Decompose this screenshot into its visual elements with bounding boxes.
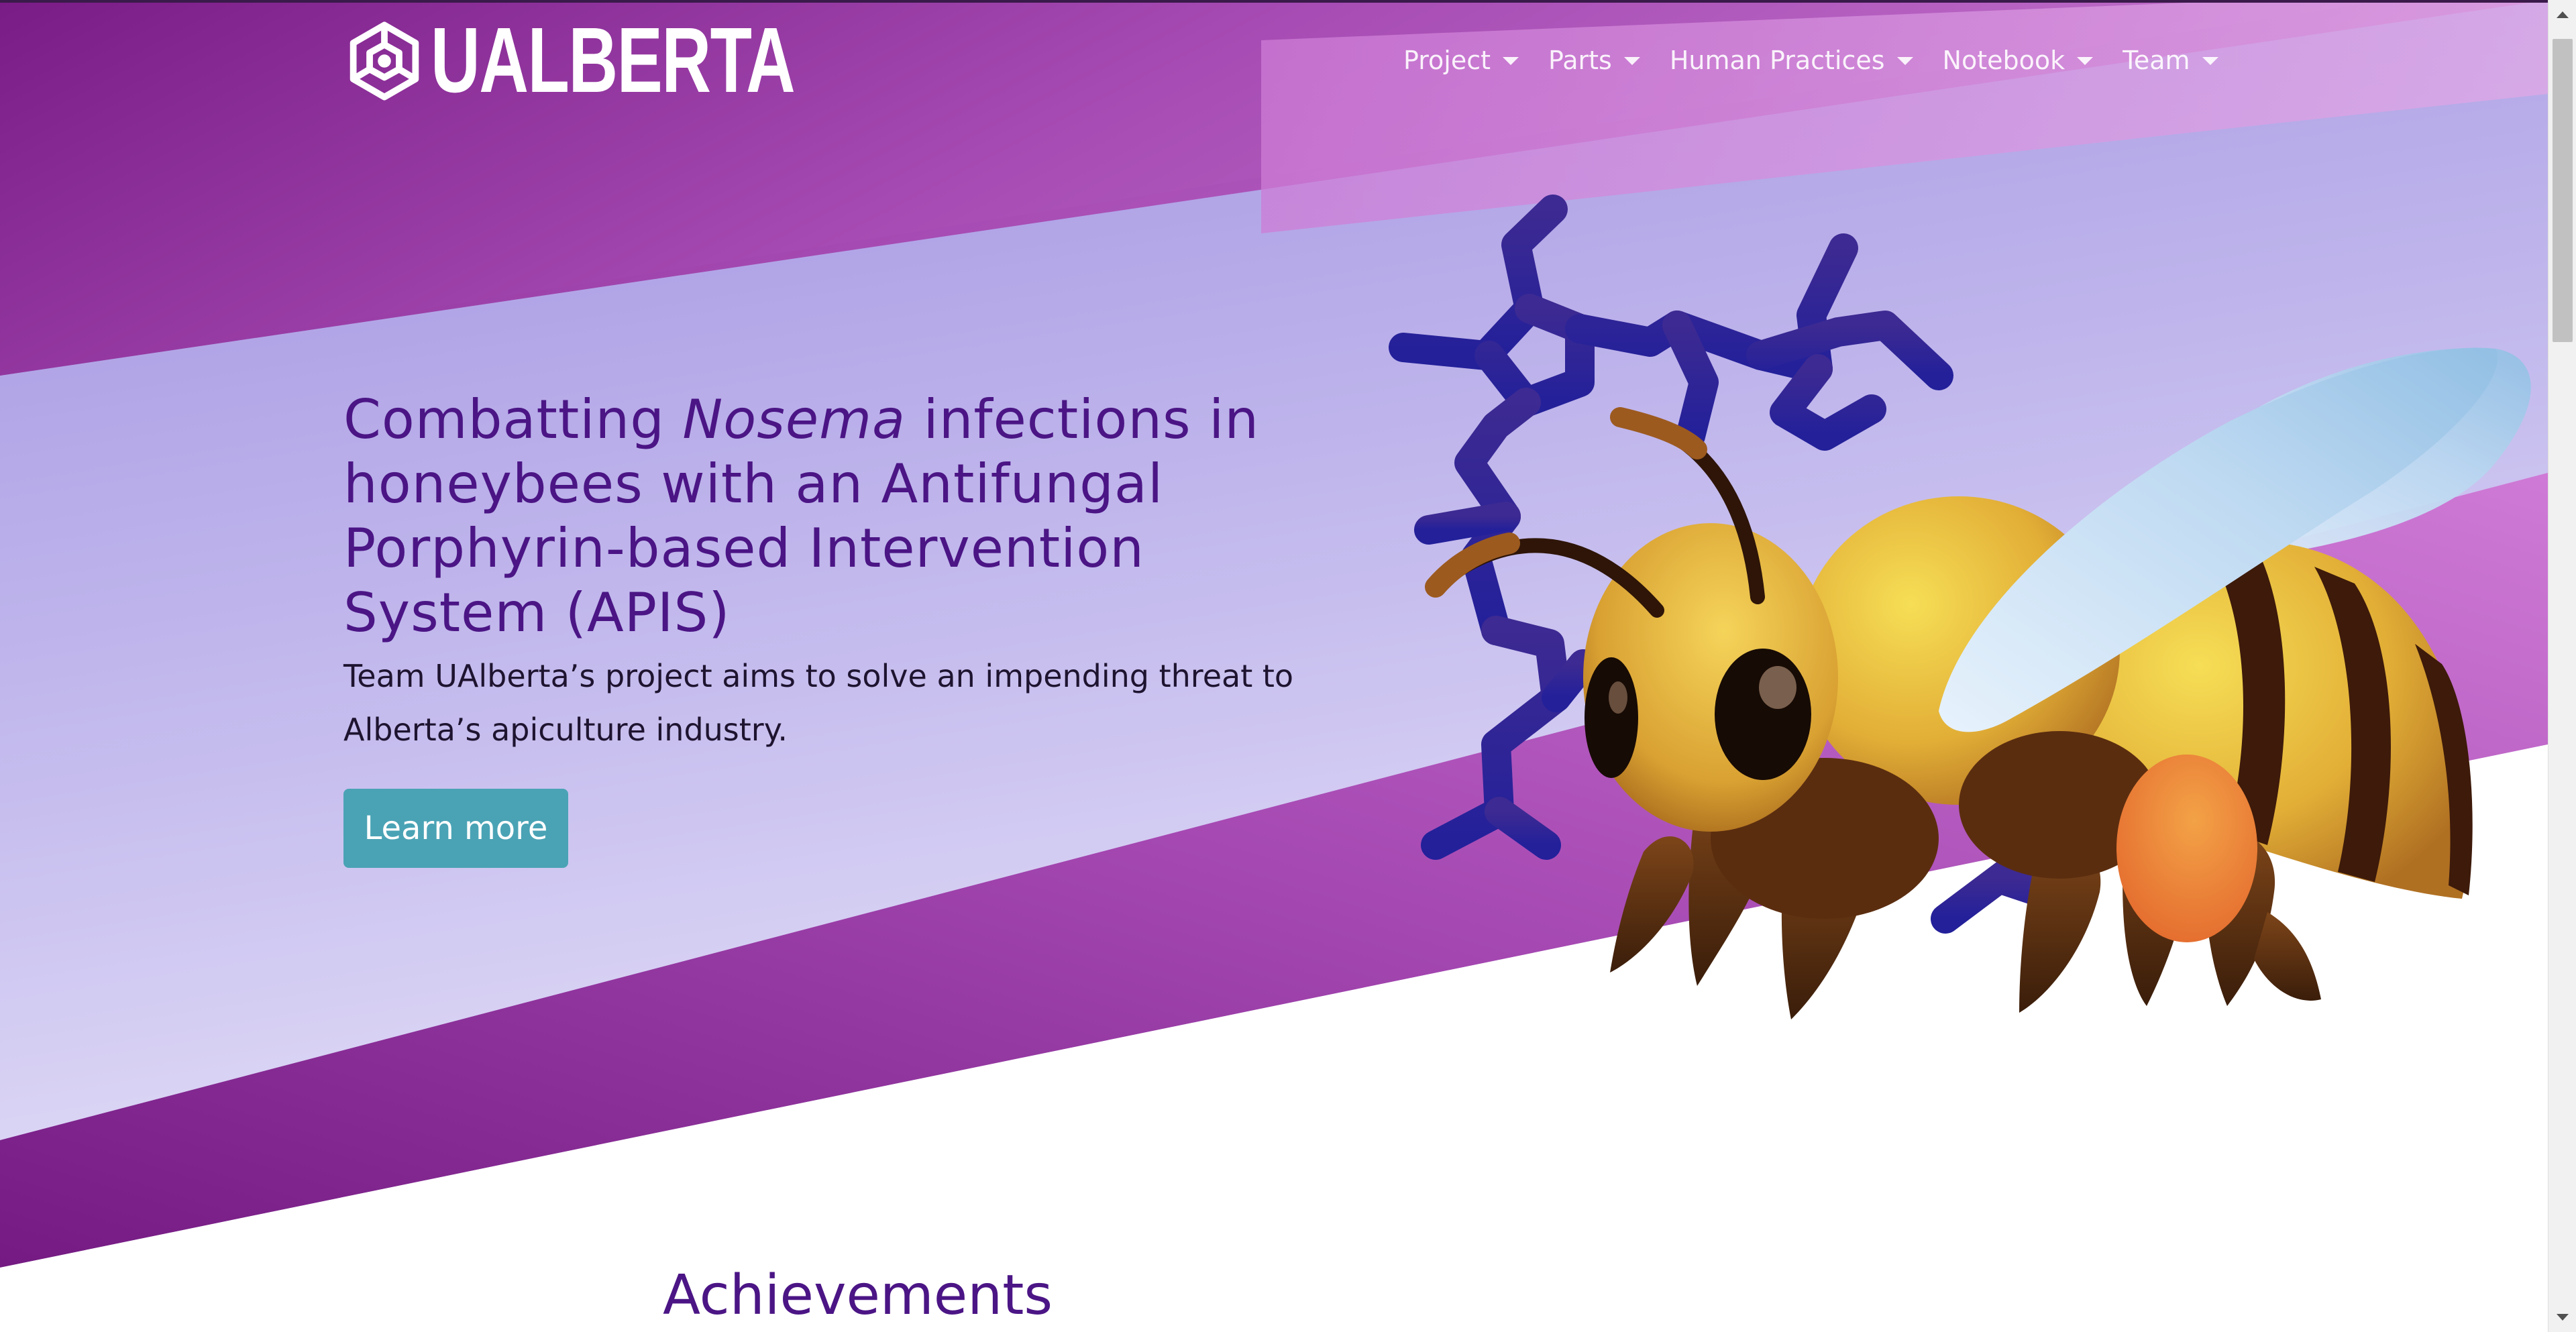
bee-molecule-illustration <box>1389 195 2531 1019</box>
hero-title-italic: Nosema <box>682 388 906 451</box>
nav-notebook-label: Notebook <box>1942 46 2065 75</box>
nav-human-practices-label: Human Practices <box>1669 46 1885 75</box>
nav-human-practices[interactable]: Human Practices <box>1655 40 1928 80</box>
hero-content: Combatting Nosema infections in honeybee… <box>343 388 1296 868</box>
caret-down-icon <box>1623 57 1640 65</box>
vertical-scrollbar[interactable] <box>2548 0 2576 1332</box>
main-nav: Project Parts Human Practices Notebook T… <box>1389 40 2233 80</box>
learn-more-button[interactable]: Learn more <box>343 789 568 868</box>
caret-down-icon <box>2077 57 2094 65</box>
molecule-hexagon-logo-icon <box>350 21 419 101</box>
caret-down-icon <box>1503 57 1519 65</box>
nav-parts[interactable]: Parts <box>1534 40 1655 80</box>
nav-project[interactable]: Project <box>1389 40 1534 80</box>
navbar: UALBERTA Project Parts Human Practices N… <box>0 0 2548 121</box>
caret-down-icon <box>1896 57 1913 65</box>
hero-title: Combatting Nosema infections in honeybee… <box>343 388 1296 645</box>
nav-parts-label: Parts <box>1548 46 1612 75</box>
brand-logo-text: UALBERTA <box>431 9 796 112</box>
arrow-down-icon[interactable] <box>2548 1302 2576 1332</box>
nav-notebook[interactable]: Notebook <box>1928 40 2108 80</box>
hero-subtitle: Team UAlberta’s project aims to solve an… <box>343 658 1294 748</box>
caret-down-icon <box>2202 57 2218 65</box>
nav-team[interactable]: Team <box>2108 40 2233 80</box>
window-top-border <box>0 0 2548 3</box>
nav-project-label: Project <box>1403 46 1491 75</box>
arrow-up-icon[interactable] <box>2548 0 2576 30</box>
nav-team-label: Team <box>2123 46 2190 75</box>
hero-title-start: Combatting <box>343 388 683 451</box>
scrollbar-thumb[interactable] <box>2553 39 2573 342</box>
brand-logo[interactable]: UALBERTA <box>343 9 922 112</box>
page-viewport: UALBERTA Project Parts Human Practices N… <box>0 0 2548 1332</box>
achievements-heading: Achievements <box>663 1264 1053 1327</box>
